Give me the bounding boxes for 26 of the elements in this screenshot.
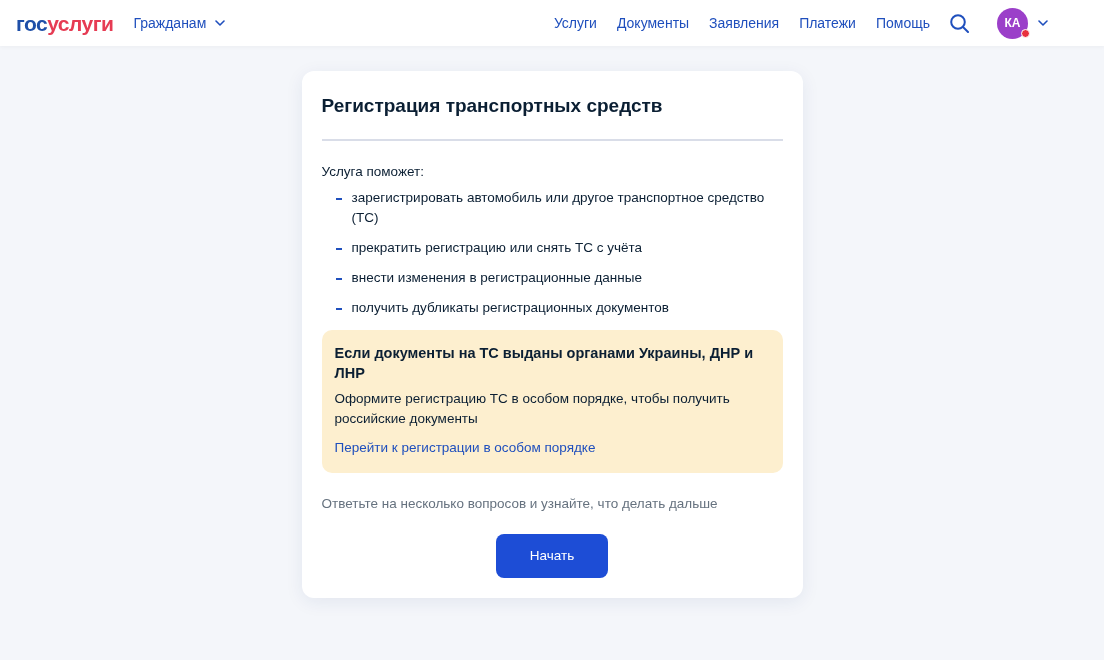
intro-text: Услуга поможет: bbox=[321, 163, 425, 181]
audience-menu[interactable]: Гражданам bbox=[133, 12, 226, 34]
bullet-dash-icon bbox=[335, 198, 342, 200]
bullet-dash-icon bbox=[335, 278, 342, 280]
user-avatar[interactable]: КА bbox=[997, 7, 1028, 39]
hint-text: Ответьте на несколько вопросов и узнайте, что делать дальше bbox=[321, 495, 719, 513]
nav-link[interactable]: Заявления bbox=[709, 12, 780, 34]
list-item-text: прекратить регистрацию или снять ТС с учёта bbox=[351, 239, 642, 257]
chevron-down-icon[interactable] bbox=[1038, 20, 1048, 26]
notice-title: Если документы на ТС выданы органами Украины, ДНР и ЛНР bbox=[334, 344, 755, 383]
logo[interactable]: госуслуги bbox=[16, 12, 114, 34]
bullet-dash-icon bbox=[335, 248, 342, 250]
card-title: Регистрация транспортных средств bbox=[321, 94, 664, 118]
chevron-down-icon bbox=[215, 20, 226, 26]
notice-text: Оформите регистрацию ТС в особом порядке, чтобы получить российские документы bbox=[334, 390, 731, 428]
nav-link[interactable]: Документы bbox=[616, 12, 690, 34]
list-item-text: внести изменения в регистрационные данные bbox=[351, 269, 642, 287]
list-item-text: зарегистрировать автомобиль или другое транспортное средство (ТС) bbox=[351, 189, 766, 227]
nav-link[interactable]: Платежи bbox=[799, 12, 856, 34]
list-item-text: получить дубликаты регистрационных документов bbox=[351, 299, 669, 317]
start-button[interactable]: Начать bbox=[496, 534, 608, 578]
nav-link[interactable]: Услуги bbox=[553, 12, 597, 34]
special-registration-link[interactable]: Перейти к регистрации в особом порядке bbox=[334, 440, 596, 455]
bullet-dash-icon bbox=[335, 308, 342, 310]
nav-link[interactable]: Помощь bbox=[875, 12, 930, 34]
search-icon[interactable] bbox=[950, 13, 969, 33]
